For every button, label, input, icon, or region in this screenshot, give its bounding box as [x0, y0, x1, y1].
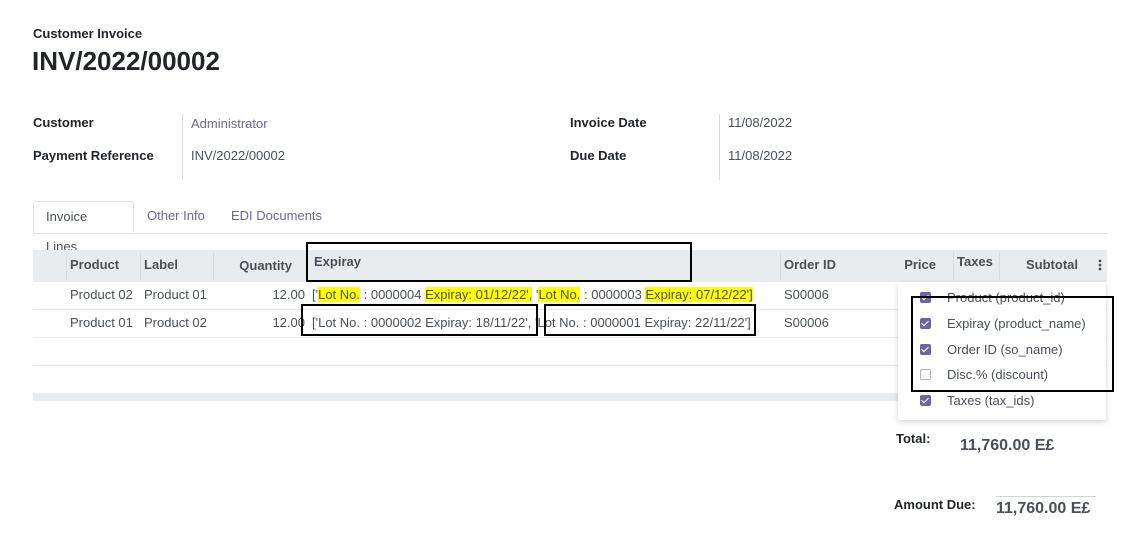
column-option-label: Taxes (tax_ids) [947, 393, 1035, 408]
cell-order-id[interactable]: S00006 [784, 287, 829, 302]
column-divider [999, 252, 1000, 280]
cell-order-id[interactable]: S00006 [784, 315, 829, 330]
amount-due-divider [996, 496, 1096, 497]
column-header-taxes[interactable]: Taxes [957, 247, 993, 279]
expiray-highlight: Lot No. [538, 287, 581, 302]
column-divider [953, 252, 954, 280]
invoice-number: INV/2022/00002 [32, 46, 220, 76]
expiray-highlight: Expiray: 01/12/22', [425, 287, 533, 302]
annotation-box [301, 304, 538, 336]
invoice-date-label: Invoice Date [570, 115, 647, 130]
payment-reference-label: Payment Reference [33, 148, 154, 163]
tab-other-info[interactable]: Other Info [135, 201, 217, 233]
column-divider [66, 252, 67, 280]
cell-product[interactable]: Product 01 [70, 315, 133, 330]
column-header-price[interactable]: Price [880, 250, 936, 282]
cell-quantity[interactable]: 12.00 [214, 287, 305, 302]
column-header-label[interactable]: Label [144, 250, 178, 282]
checkbox-icon[interactable] [920, 395, 931, 406]
invoice-date-field[interactable]: 11/08/2022 [728, 115, 792, 130]
annotation-box [544, 304, 756, 336]
column-divider [140, 252, 141, 280]
tab-invoice-lines[interactable]: Invoice Lines [33, 201, 134, 254]
horizontal-scrollbar[interactable] [33, 393, 898, 401]
cell-label[interactable]: Product 01 [144, 287, 207, 302]
due-date-field[interactable]: 11/08/2022 [728, 148, 792, 163]
annotation-box [911, 296, 1114, 392]
column-header-product[interactable]: Product [70, 250, 119, 282]
document-type: Customer Invoice [33, 26, 143, 41]
due-date-label: Due Date [570, 148, 627, 163]
column-header-quantity[interactable]: Quantity [214, 251, 292, 283]
tab-edi-documents[interactable]: EDI Documents [219, 201, 334, 233]
cell-product[interactable]: Product 02 [70, 287, 133, 302]
payment-reference-field[interactable]: INV/2022/00002 [191, 148, 285, 163]
column-divider [780, 252, 781, 280]
field-divider [182, 114, 183, 180]
total-label: Total: [896, 431, 931, 446]
expiray-text: : 0000004 [360, 287, 426, 302]
expiray-highlight: Lot No. [318, 287, 361, 302]
kebab-vertical-icon[interactable] [1096, 258, 1104, 272]
field-divider [719, 114, 720, 180]
customer-field[interactable]: Administrator [191, 116, 268, 131]
total-value: 11,760.00 E£ [960, 437, 1055, 454]
column-option-taxes[interactable]: Taxes (tax_ids) [920, 393, 1034, 408]
expiray-text: : 0000003 [580, 287, 646, 302]
column-header-order-id[interactable]: Order ID [784, 250, 836, 282]
tabs-divider [33, 233, 1108, 234]
cell-expiray[interactable]: ['Lot No. : 0000004 Expiray: 01/12/22', … [312, 287, 753, 302]
column-header-subtotal[interactable]: Subtotal [1004, 250, 1078, 282]
cell-quantity[interactable]: 12.00 [214, 315, 305, 330]
customer-label: Customer [33, 115, 94, 130]
amount-due-value: 11,760.00 E£ [996, 500, 1091, 517]
amount-due-label: Amount Due: [894, 497, 976, 512]
cell-label[interactable]: Product 02 [144, 315, 207, 330]
annotation-box [306, 242, 692, 282]
expiray-highlight: Expiray: 07/12/22'] [645, 287, 753, 302]
